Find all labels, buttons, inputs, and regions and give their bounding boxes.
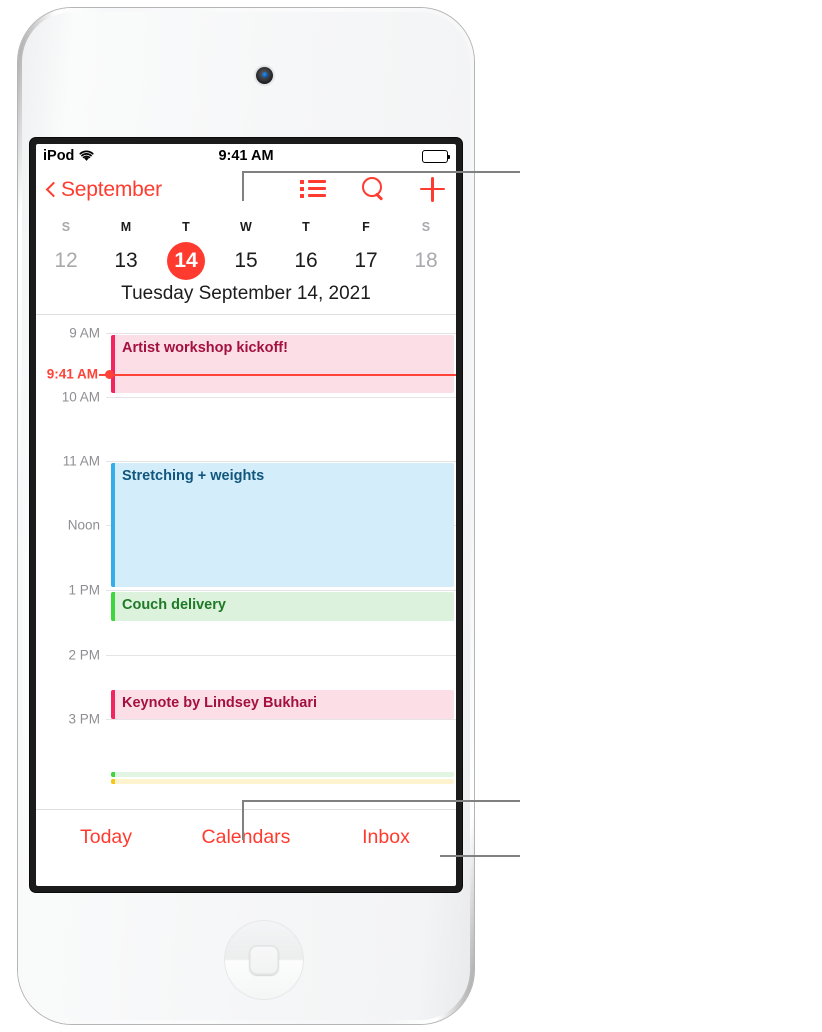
hour-gridline — [106, 333, 456, 334]
list-icon-bar — [308, 187, 326, 191]
hour-gridline — [106, 397, 456, 398]
event-color-bar — [111, 690, 115, 719]
current-time-line — [108, 374, 456, 376]
list-icon-dot — [300, 194, 304, 198]
plus-icon[interactable] — [420, 176, 446, 202]
search-icon[interactable] — [360, 176, 386, 202]
calendar-event[interactable] — [111, 772, 454, 777]
hour-label: 2 PM — [68, 647, 100, 663]
event-color-bar — [111, 335, 115, 393]
event-title: Keynote by Lindsey Bukhari — [122, 695, 317, 711]
current-time-label: 9:41 AM — [46, 366, 98, 382]
event-color-bar — [111, 592, 115, 621]
weekday-header: T — [302, 220, 310, 234]
home-button-square — [249, 945, 279, 975]
event-color-bar — [111, 779, 115, 784]
calendar-event[interactable]: Keynote by Lindsey Bukhari — [111, 690, 454, 719]
calendar-event[interactable]: Couch delivery — [111, 592, 454, 621]
list-icon-bar — [308, 180, 326, 184]
event-title: Couch delivery — [122, 597, 226, 613]
tab-bar: Today Calendars Inbox — [36, 810, 456, 864]
hour-label: 3 PM — [68, 711, 100, 727]
week-date-row: 12 13 14 15 16 17 18 — [36, 234, 456, 280]
weekday-header: F — [362, 220, 370, 234]
hour-label: 1 PM — [68, 582, 100, 598]
calendar-event[interactable]: Stretching + weights — [111, 463, 454, 587]
home-button-icon[interactable] — [224, 920, 304, 1000]
event-title: Artist workshop kickoff! — [122, 340, 288, 356]
date-cell[interactable]: 17 — [336, 242, 396, 280]
date-cell[interactable]: 18 — [396, 242, 456, 280]
battery-full-icon — [422, 150, 451, 163]
date-cell[interactable]: 16 — [276, 242, 336, 280]
weekday-header: W — [240, 220, 252, 234]
weekday-header: S — [421, 220, 431, 234]
weekday-header: M — [120, 220, 132, 234]
selected-date-label: Tuesday September 14, 2021 — [121, 283, 371, 304]
navigation-actions — [300, 176, 446, 202]
list-icon-bar — [308, 194, 326, 198]
event-color-bar — [111, 772, 115, 777]
chevron-left-icon — [46, 180, 57, 200]
hour-gridline — [106, 590, 456, 591]
date-cell-selected[interactable]: 14 — [156, 242, 216, 280]
hour-gridline — [106, 461, 456, 462]
date-cell[interactable]: 13 — [96, 242, 156, 280]
current-time-tick — [99, 373, 106, 376]
date-cell[interactable]: 15 — [216, 242, 276, 280]
camera-lens — [261, 72, 268, 78]
navigation-bar: September — [36, 170, 456, 216]
date-cell[interactable]: 12 — [36, 242, 96, 280]
list-icon-dot — [300, 180, 304, 184]
event-title: Stretching + weights — [122, 468, 265, 484]
tab-today[interactable]: Today — [36, 826, 176, 849]
tab-inbox[interactable]: Inbox — [316, 826, 456, 849]
hour-label: 9 AM — [69, 325, 100, 341]
status-bar: iPod 9:41 AM — [36, 144, 456, 170]
screen: iPod 9:41 AM September S M T W T F S 12 … — [36, 144, 456, 886]
weekday-header-row: SMTWTFS — [36, 216, 456, 234]
hour-gridline — [106, 719, 456, 720]
hour-gridline — [106, 655, 456, 656]
day-timeline[interactable]: 9 AM 10 AM 11 AM Noon 1 PM 2 PM 3 PM Artist wor… — [36, 315, 456, 809]
list-icon-dot — [300, 187, 304, 191]
back-button[interactable]: September — [46, 178, 162, 202]
hour-label: Noon — [67, 517, 100, 533]
status-bar-right — [422, 150, 451, 163]
hour-label: 11 AM — [62, 453, 100, 469]
calendar-event[interactable] — [111, 779, 454, 784]
screen-bezel: iPod 9:41 AM September S M T W T F S 12 … — [30, 138, 462, 892]
camera-icon — [256, 67, 273, 84]
date-selection-circle: 14 — [167, 242, 205, 280]
list-view-icon[interactable] — [300, 179, 326, 199]
weekday-header: T — [182, 220, 190, 234]
calendar-event[interactable]: Artist workshop kickoff! — [111, 335, 454, 393]
event-color-bar — [111, 463, 115, 587]
back-button-label: September — [61, 178, 162, 201]
hour-label: 10 AM — [61, 389, 100, 405]
tab-calendars[interactable]: Calendars — [176, 826, 316, 849]
status-bar-clock: 9:41 AM — [218, 148, 274, 164]
weekday-header: S — [61, 220, 71, 234]
